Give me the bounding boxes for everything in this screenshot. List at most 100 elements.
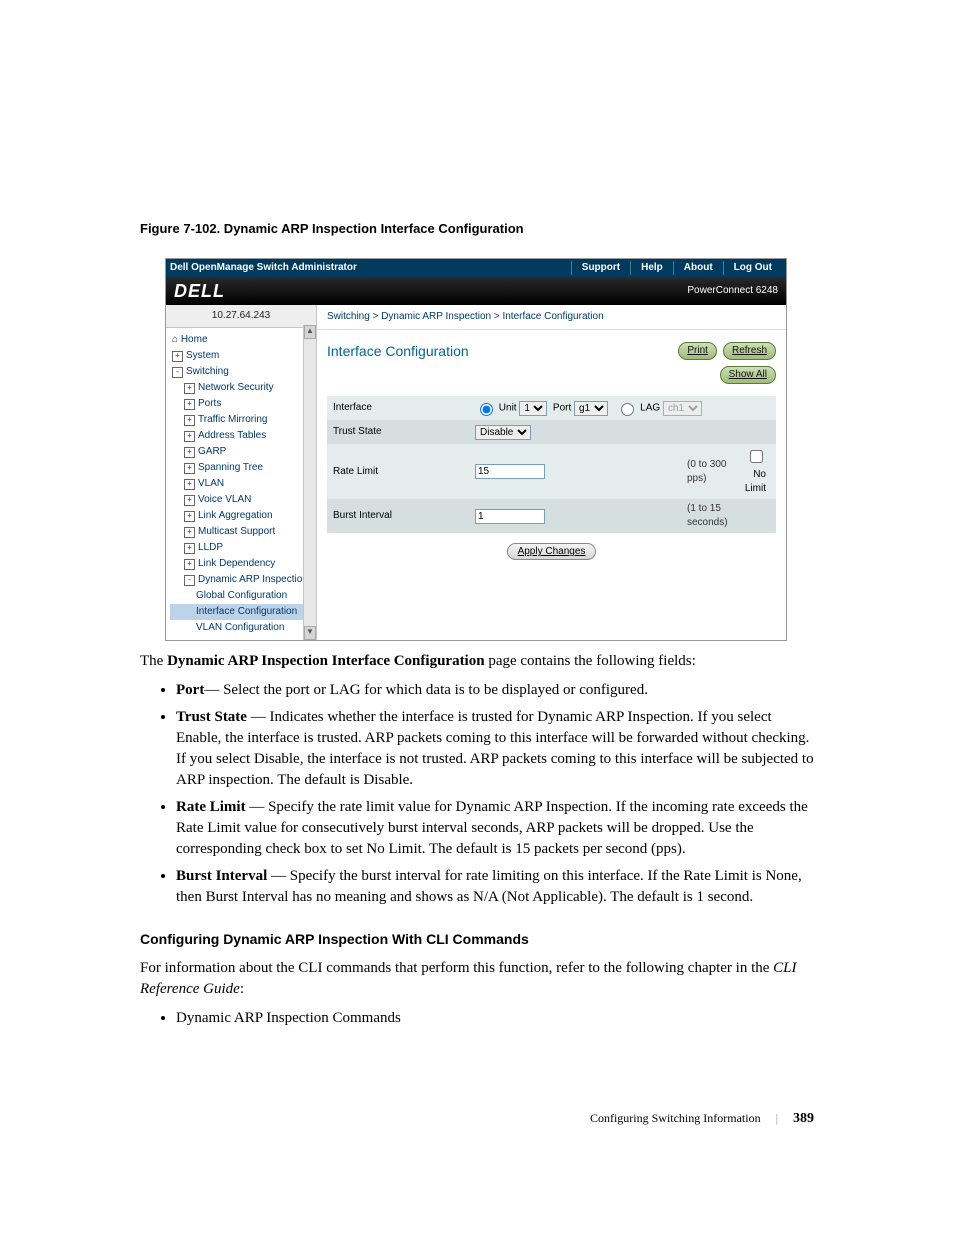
burst-interval-label: Burst Interval [327,499,469,533]
tree-label: LLDP [198,542,223,553]
dell-logo: DELL [174,279,225,304]
tree-label: System [186,350,219,361]
tree-label: Traffic Mirroring [198,414,267,425]
tree-label: Dynamic ARP Inspection [198,574,308,585]
logout-link[interactable]: Log Out [723,261,782,275]
scroll-down-icon[interactable]: ▼ [304,626,316,640]
expand-icon[interactable]: + [184,511,195,522]
field-bullets: Port— Select the port or LAG for which d… [140,680,814,908]
expand-icon[interactable]: + [184,447,195,458]
tree-label: GARP [198,446,226,457]
tree-label: VLAN Configuration [196,622,284,633]
tree-item[interactable]: +Multicast Support [170,524,316,540]
tree-item[interactable]: VLAN Configuration [170,620,316,636]
expand-icon[interactable]: + [172,351,183,362]
tree-label: Global Configuration [196,590,287,601]
no-limit-checkbox[interactable] [750,450,763,463]
showall-button[interactable]: Show All [720,366,776,384]
print-button[interactable]: Print [678,342,717,360]
topbar-links: Support Help About Log Out [571,261,782,275]
tree-item[interactable]: +GARP [170,444,316,460]
tree-label: Multicast Support [198,526,275,537]
expand-icon[interactable]: + [184,463,195,474]
burst-interval-input[interactable] [475,509,545,524]
tree-label: Link Dependency [198,558,275,569]
about-link[interactable]: About [673,261,723,275]
expand-icon[interactable]: - [184,575,195,586]
sidebar: 10.27.64.243 ⌂ Home+System-Switching+Net… [166,305,317,640]
figure-caption: Figure 7-102. Dynamic ARP Inspection Int… [140,220,814,238]
expand-icon[interactable]: + [184,559,195,570]
tree-label: Home [181,334,208,345]
expand-icon[interactable]: + [184,543,195,554]
tree-label: Voice VLAN [198,494,251,505]
row-burst-interval: Burst Interval (1 to 15 seconds) [327,499,776,533]
port-select[interactable]: g1 [574,401,608,416]
screenshot-container: Dell OpenManage Switch Administrator Sup… [165,258,787,641]
support-link[interactable]: Support [571,261,630,275]
cli-paragraph: For information about the CLI commands t… [140,958,814,1000]
expand-icon[interactable]: + [184,415,195,426]
tree-item[interactable]: +Voice VLAN [170,492,316,508]
page-footer: Configuring Switching Information | 389 [140,1109,814,1129]
app-title: Dell OpenManage Switch Administrator [170,261,571,275]
tree-label: Spanning Tree [198,462,263,473]
main-pane: Switching > Dynamic ARP Inspection > Int… [317,305,786,640]
tree-label: Address Tables [198,430,266,441]
bullet-burst-interval: Burst Interval — Specify the burst inter… [176,866,814,908]
scroll-up-icon[interactable]: ▲ [304,325,316,339]
footer-section: Configuring Switching Information [590,1111,761,1125]
tree-item[interactable]: +Traffic Mirroring [170,412,316,428]
expand-icon[interactable]: + [184,479,195,490]
tree-item[interactable]: +LLDP [170,540,316,556]
bullet-rate-limit: Rate Limit — Specify the rate limit valu… [176,797,814,860]
tree-item[interactable]: +System [170,348,316,364]
expand-icon[interactable]: + [184,527,195,538]
tree-item[interactable]: -Dynamic ARP Inspection [170,572,316,588]
unit-select[interactable]: 1 [519,401,547,416]
brand-row: DELL PowerConnect 6248 [166,277,786,305]
tree-item[interactable]: Global Configuration [170,588,316,604]
expand-icon[interactable]: + [184,431,195,442]
topbar: Dell OpenManage Switch Administrator Sup… [166,259,786,277]
tree-item[interactable]: ⌂ Home [170,332,316,348]
lag-label: LAG [640,403,660,414]
rate-limit-input[interactable] [475,464,545,479]
help-link[interactable]: Help [630,261,673,275]
tree-item[interactable]: +Spanning Tree [170,460,316,476]
rate-limit-label: Rate Limit [327,444,469,499]
expand-icon[interactable]: + [184,383,195,394]
tree-item[interactable]: -Switching [170,364,316,380]
expand-icon[interactable]: - [172,367,183,378]
config-table: Interface Unit 1 Port g1 LAG ch1 [327,396,776,533]
intro-paragraph: The Dynamic ARP Inspection Interface Con… [140,651,814,672]
tree-label: VLAN [198,478,224,489]
no-limit-label: No Limit [745,469,766,494]
apply-changes-button[interactable]: Apply Changes [507,543,597,560]
tree-label: Interface Configuration [196,606,297,617]
expand-icon[interactable]: + [184,399,195,410]
expand-icon[interactable]: + [184,495,195,506]
port-label: Port [553,403,571,414]
trust-state-label: Trust State [327,420,469,444]
tree-label: Switching [186,366,229,377]
row-trust-state: Trust State Disable [327,420,776,444]
tree-item[interactable]: +Link Aggregation [170,508,316,524]
sidebar-scrollbar[interactable]: ▲ ▼ [303,325,316,640]
tree-item[interactable]: +VLAN [170,476,316,492]
trust-state-select[interactable]: Disable [475,425,531,440]
row-rate-limit: Rate Limit (0 to 300 pps) No Limit [327,444,776,499]
tree-item[interactable]: +Ports [170,396,316,412]
tree-item[interactable]: +Network Security [170,380,316,396]
row-interface: Interface Unit 1 Port g1 LAG ch1 [327,396,776,420]
tree-label: Ports [198,398,221,409]
unit-radio[interactable] [480,403,493,416]
tree-item[interactable]: +Address Tables [170,428,316,444]
unit-label: Unit [499,403,517,414]
refresh-button[interactable]: Refresh [723,342,776,360]
cli-subhead: Configuring Dynamic ARP Inspection With … [140,930,814,950]
tree-item[interactable]: +Link Dependency [170,556,316,572]
lag-select[interactable]: ch1 [663,401,702,416]
lag-radio[interactable] [621,403,634,416]
tree-item[interactable]: Interface Configuration [170,604,316,620]
